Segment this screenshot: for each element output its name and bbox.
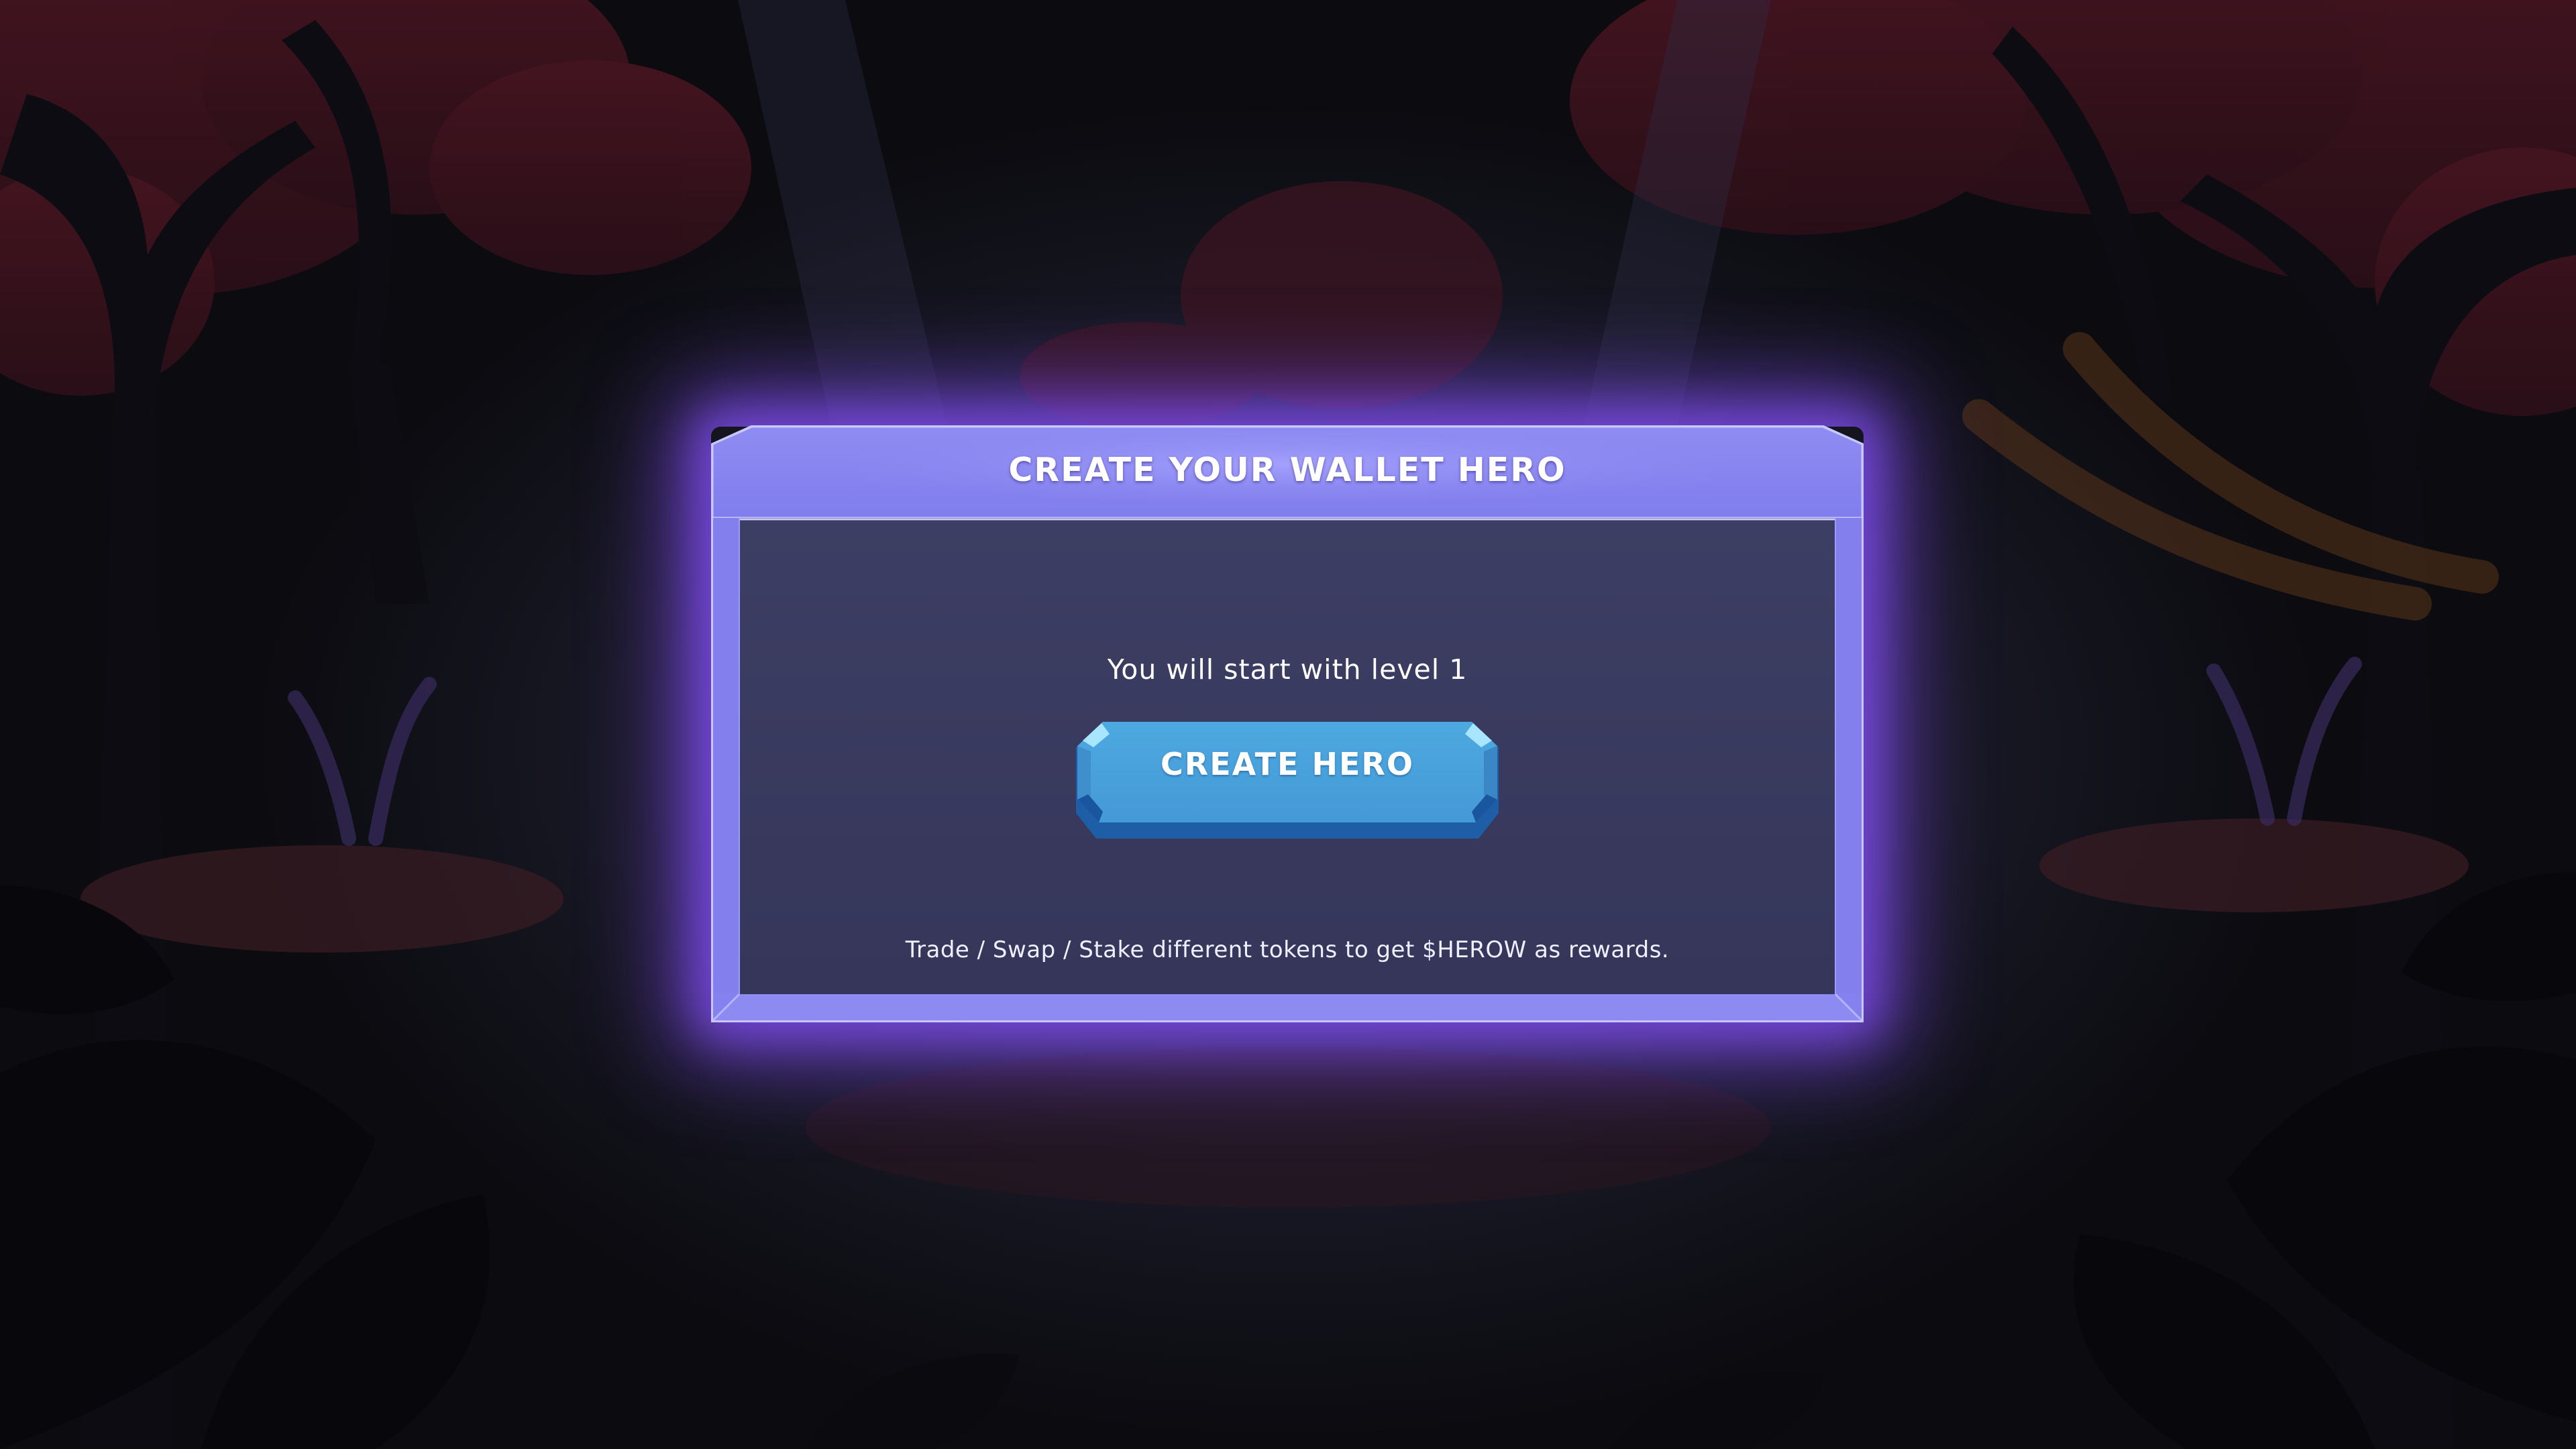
foreground-leaves-center: [805, 1354, 1825, 1449]
create-hero-button-label: CREATE HERO: [1161, 746, 1414, 782]
rewards-info-text: Trade / Swap / Stake different tokens to…: [905, 936, 1670, 963]
modal-title: CREATE YOUR WALLET HERO: [1008, 451, 1566, 489]
create-hero-modal: CREATE YOUR WALLET HERO You will start w…: [711, 425, 1864, 1022]
starting-level-text: You will start with level 1: [1107, 653, 1468, 686]
create-hero-button[interactable]: CREATE HERO: [1076, 707, 1499, 848]
